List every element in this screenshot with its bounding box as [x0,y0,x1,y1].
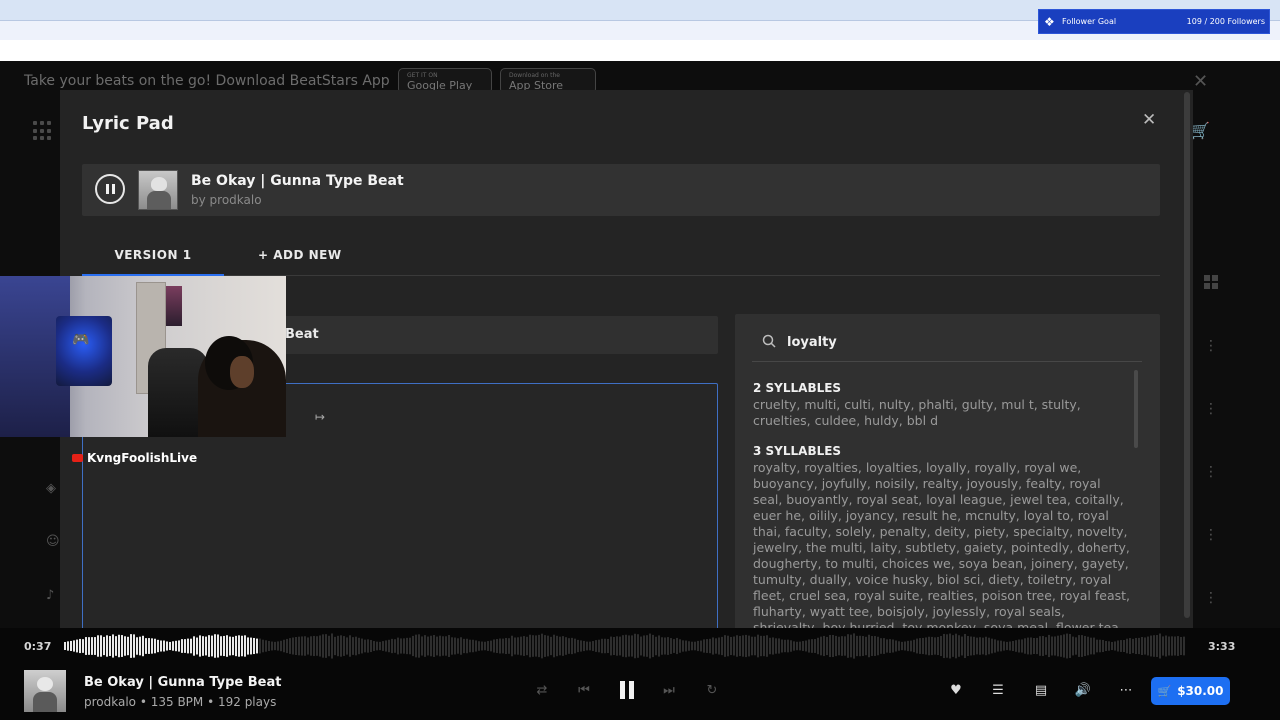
tab-version-1[interactable]: VERSION 1 [82,242,224,276]
apps-grid-icon[interactable] [33,121,53,141]
pause-button[interactable] [95,174,125,204]
syllable-heading: 3 SYLLABLES [753,444,842,458]
track-artwork [138,170,178,210]
rhyme-search-input[interactable]: loyalty [752,326,1142,362]
more-options-icon[interactable]: ⋮ [1204,401,1218,417]
total-time: 3:33 [1208,640,1236,653]
youtube-icon [72,454,83,462]
twitch-logo-icon: ❖ [1044,14,1055,29]
pause-button[interactable] [618,681,636,701]
tag-icon[interactable]: ◈ [46,481,56,496]
modal-scrollbar[interactable] [1184,92,1190,618]
buy-button[interactable]: 🛒 $30.00 [1151,677,1230,705]
browser-bookmarks-bar [0,40,1280,61]
follower-goal-widget: ❖ Follower Goal 109 / 200 Followers [1038,9,1270,34]
more-icon[interactable]: ⋯ [1116,681,1136,701]
smile-icon[interactable]: ☺ [46,534,60,549]
more-options-icon[interactable]: ⋮ [1204,590,1218,606]
previous-icon[interactable]: ⏮ [574,681,594,701]
price-label: $30.00 [1177,684,1224,698]
text-cursor-icon: ↦ [315,410,326,424]
tab-add-new[interactable]: + ADD NEW [258,242,342,276]
rhyme-search-value: loyalty [787,335,837,350]
app-banner-text: Take your beats on the go! Download Beat… [24,73,390,89]
player-track-meta: prodkalo • 135 BPM • 192 plays [84,695,277,709]
more-options-icon[interactable]: ⋮ [1204,338,1218,354]
syllable-words[interactable]: royalty, royalties, loyalties, loyally, … [753,460,1133,628]
follower-goal-count: 109 / 200 Followers [1186,17,1265,26]
banner-close-icon[interactable]: ✕ [1193,71,1208,92]
syllable-words[interactable]: cruelty, multi, culti, nulty, phalti, gu… [753,397,1133,429]
rhyme-panel: loyalty 2 SYLLABLES cruelty, multi, cult… [735,314,1160,628]
next-icon[interactable]: ⏭ [659,681,679,701]
current-time: 0:37 [24,640,52,653]
repeat-icon[interactable]: ↻ [702,681,722,701]
mic-icon[interactable]: ♪ [46,588,54,603]
version-tabs: VERSION 1 + ADD NEW [82,242,1160,276]
shuffle-icon[interactable]: ⇄ [532,681,552,701]
syllable-heading: 2 SYLLABLES [753,381,842,395]
heart-icon[interactable]: ♥ [946,681,966,701]
streamer-name: KvngFoolishLive [87,451,198,465]
grid-view-icon[interactable] [1204,275,1218,289]
player-track-title[interactable]: Be Okay | Gunna Type Beat [84,675,282,690]
search-icon [762,334,776,348]
cart-plus-icon: 🛒 [1157,684,1172,698]
lyric-title-value: Beat [285,327,319,342]
rhyme-scrollbar[interactable] [1134,370,1138,448]
volume-icon[interactable]: 🔊 [1073,681,1093,701]
more-options-icon[interactable]: ⋮ [1204,527,1218,543]
close-icon[interactable]: ✕ [1142,110,1156,130]
queue-icon[interactable]: ☰ [988,681,1008,701]
track-producer: by prodkalo [191,193,262,207]
webcam-overlay: 🎮 [0,276,286,437]
waveform-scrubber[interactable] [64,630,1188,662]
modal-title: Lyric Pad [82,113,174,134]
follower-goal-label: Follower Goal [1062,17,1117,26]
track-card: Be Okay | Gunna Type Beat by prodkalo [82,164,1160,216]
gamepad-icon: 🎮 [72,332,90,348]
streamer-label: KvngFoolishLive [72,451,197,465]
player-artwork[interactable] [24,670,66,712]
track-title: Be Okay | Gunna Type Beat [191,173,404,189]
more-options-icon[interactable]: ⋮ [1204,464,1218,480]
lyrics-icon[interactable]: ▤ [1031,681,1051,701]
